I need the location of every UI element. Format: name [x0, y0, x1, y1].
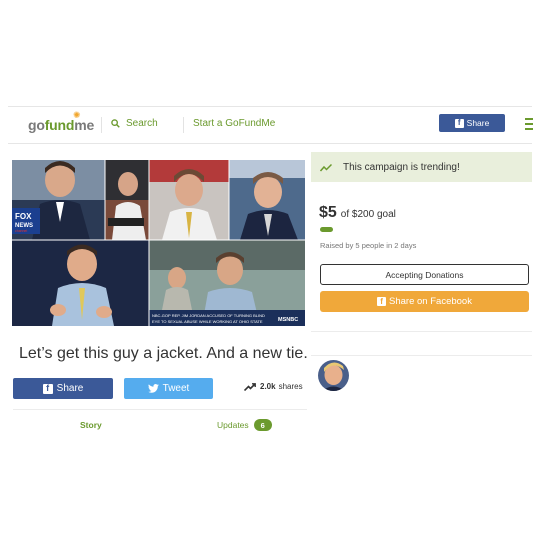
- trending-up-icon: [244, 382, 256, 391]
- nav-divider: [183, 117, 184, 133]
- tab-updates[interactable]: Updates 6: [217, 419, 272, 431]
- divider: [311, 331, 532, 332]
- nav-divider: [101, 117, 102, 133]
- tab-story[interactable]: Story: [80, 420, 102, 430]
- share-count-value: 2.0k: [260, 382, 276, 391]
- facebook-icon: f: [454, 118, 464, 128]
- campaign-title: Let’s get this guy a jacket. And a new t…: [19, 345, 308, 362]
- search-icon: [111, 119, 120, 128]
- news-ticker-line2: EYE TO SEXUAL ABUSE WHILE WORKING AT OHI…: [152, 319, 263, 324]
- fox-logo-line3: channel: [15, 229, 27, 233]
- raised-summary: $5 of $200 goal: [319, 204, 396, 222]
- facebook-icon: f: [42, 383, 53, 394]
- search-link[interactable]: Search: [111, 118, 158, 129]
- updates-count-badge: 6: [253, 419, 272, 431]
- trending-text: This campaign is trending!: [343, 161, 460, 173]
- gofundme-logo[interactable]: gofundme ✺: [28, 110, 94, 133]
- trending-up-icon: [320, 163, 332, 171]
- tweet-button[interactable]: Tweet: [124, 378, 213, 399]
- msnbc-logo: MSNBC: [278, 317, 298, 323]
- avatar-image: [318, 360, 349, 391]
- organizer-avatar[interactable]: [318, 360, 349, 391]
- twitter-bird-icon: [147, 384, 159, 393]
- goal-text: of $200 goal: [340, 209, 396, 220]
- facebook-share-label: Share: [56, 383, 84, 394]
- sun-icon: ✺: [73, 110, 81, 120]
- share-count: 2.0k shares: [244, 382, 303, 391]
- start-gofundme-link[interactable]: Start a GoFundMe: [193, 118, 275, 129]
- hamburger-menu-icon[interactable]: [525, 118, 533, 133]
- search-label: Search: [126, 118, 158, 129]
- share-on-facebook-label: Share on Facebook: [389, 296, 472, 307]
- top-nav: gofundme ✺ Search Start a GoFundMe f Sha…: [8, 106, 533, 144]
- trending-banner: This campaign is trending!: [311, 152, 532, 182]
- divider: [13, 409, 307, 410]
- fox-logo-line1: FOX: [15, 212, 32, 221]
- header-share-button[interactable]: f Share: [439, 114, 505, 132]
- accepting-donations-button[interactable]: Accepting Donations: [320, 264, 529, 285]
- tab-updates-label: Updates: [217, 420, 249, 430]
- raised-amount: $5: [319, 204, 337, 221]
- share-on-facebook-button[interactable]: f Share on Facebook: [320, 291, 529, 312]
- raised-by-text: Raised by 5 people in 2 days: [320, 241, 417, 250]
- share-count-suffix: shares: [278, 382, 303, 391]
- collage-svg: FOX NEWS channel NBC-GOP REP. JIM JORDAN…: [12, 160, 305, 326]
- facebook-share-button[interactable]: f Share: [13, 378, 113, 399]
- progress-bar: [320, 227, 333, 232]
- tweet-label: Tweet: [162, 383, 190, 394]
- campaign-image: FOX NEWS channel NBC-GOP REP. JIM JORDAN…: [12, 160, 305, 326]
- header-share-label: Share: [466, 118, 490, 128]
- divider: [311, 355, 532, 356]
- news-ticker-line1: NBC-GOP REP. JIM JORDAN ACCUSED OF TURNI…: [152, 313, 265, 318]
- facebook-icon: f: [377, 297, 387, 306]
